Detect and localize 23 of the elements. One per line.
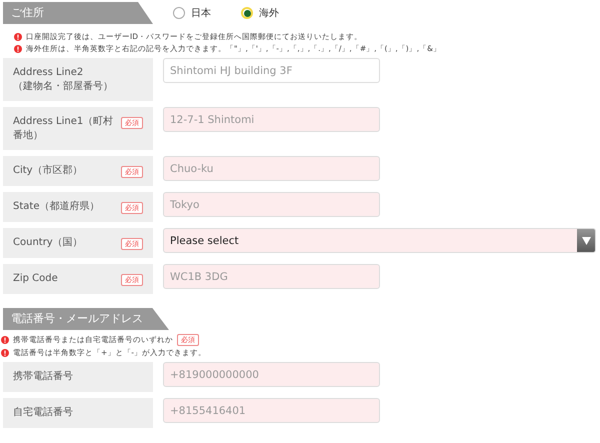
input-field[interactable]: 12-7-1 Shintomi	[163, 107, 380, 132]
input-field[interactable]: Chuo-ku	[163, 156, 380, 181]
field-label: 自宅電話番号	[13, 406, 73, 420]
field-label: State（都道府県）	[13, 200, 100, 214]
input-field[interactable]: +8155416401	[163, 398, 380, 423]
input-field[interactable]: +819000000000	[163, 362, 380, 387]
section-header: ご住所	[3, 2, 153, 24]
input-field[interactable]: WC1B 3DG	[163, 264, 380, 289]
field-label: Address Line1（町村番地）	[13, 114, 114, 142]
input-field[interactable]: Shintomi HJ building 3F	[163, 58, 380, 83]
radio-option[interactable]: 日本	[173, 6, 211, 20]
section-header: 電話番号・メールアドレス	[3, 308, 169, 330]
field-label: City（市区郡）	[13, 164, 83, 178]
alert-icon	[14, 33, 22, 41]
alert-icon	[14, 45, 22, 53]
radio-option[interactable]: 海外	[241, 6, 279, 20]
country-select[interactable]: Please select	[163, 228, 596, 253]
field-label: Country（国）	[13, 236, 83, 250]
dropdown-arrow-icon	[582, 236, 590, 244]
input-field[interactable]: Tokyo	[163, 192, 380, 217]
field-label: 携帯電話番号	[13, 370, 73, 384]
field-label: Zip Code	[13, 272, 58, 286]
field-label: Address Line2 （建物名・部屋番号）	[13, 66, 113, 94]
